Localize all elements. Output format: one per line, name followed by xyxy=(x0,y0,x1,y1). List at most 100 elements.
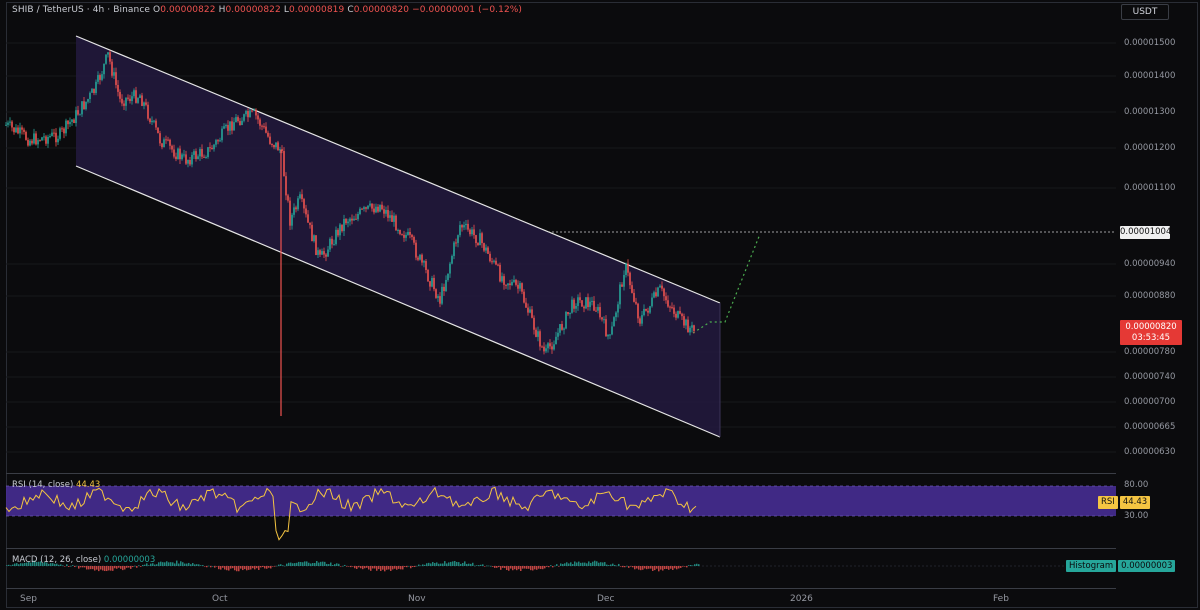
macd-bar xyxy=(560,563,562,566)
candle-body xyxy=(325,254,327,257)
macd-bar xyxy=(174,563,176,566)
current-price-badge: 0.00000820 03:53:45 xyxy=(1120,320,1182,345)
macd-bar xyxy=(592,561,594,566)
macd-bar xyxy=(458,562,460,566)
candle-body xyxy=(287,195,289,201)
macd-bar xyxy=(372,566,374,569)
candle-body xyxy=(521,283,523,292)
macd-bar xyxy=(122,566,124,571)
candle-body xyxy=(627,263,629,273)
candle-body xyxy=(9,121,11,123)
candle-body xyxy=(669,306,671,308)
candle-body xyxy=(147,104,149,119)
rsi-legend[interactable]: RSI (14, close) 44.43 xyxy=(12,480,100,490)
candle-body xyxy=(661,285,663,289)
candle-body xyxy=(321,251,323,255)
candle-body xyxy=(335,229,337,245)
macd-bar xyxy=(400,566,402,570)
candle-body xyxy=(123,103,125,106)
macd-bar xyxy=(474,565,476,567)
change-value: −0.00000001 (−0.12%) xyxy=(412,5,523,15)
macd-bar xyxy=(246,566,248,571)
candle-body xyxy=(291,214,293,226)
macd-bar xyxy=(196,564,198,566)
macd-bar xyxy=(578,561,580,566)
candle-body xyxy=(533,317,535,330)
candle-body xyxy=(277,142,279,151)
macd-bar xyxy=(338,563,340,566)
candle-body xyxy=(181,154,183,160)
candle-body xyxy=(125,97,127,106)
candle-body xyxy=(301,194,303,200)
candle-body xyxy=(293,207,295,215)
macd-bar xyxy=(412,566,414,567)
macd-bar xyxy=(602,562,604,566)
candle-body xyxy=(395,215,397,231)
macd-bar xyxy=(596,561,598,566)
candle-body xyxy=(67,120,69,125)
symbol-legend[interactable]: SHIB / TetherUS · 4h · Binance O0.000008… xyxy=(12,5,522,15)
candle-body xyxy=(95,81,97,94)
macd-bar xyxy=(232,566,234,569)
candle-body xyxy=(131,96,133,102)
macd-bar xyxy=(654,566,656,571)
candle-body xyxy=(225,125,227,127)
candle-body xyxy=(581,300,583,307)
macd-legend[interactable]: MACD (12, 26, close) 0.00000003 xyxy=(12,555,155,565)
candle-body xyxy=(35,133,37,145)
candle-body xyxy=(353,218,355,221)
candle-body xyxy=(121,98,123,104)
candle-body xyxy=(315,235,317,255)
trading-chart-app: SHIB / TetherUS · 4h · Binance O0.000008… xyxy=(0,0,1200,610)
candle-body xyxy=(159,133,161,144)
candle-body xyxy=(365,207,367,209)
candle-body xyxy=(165,139,167,141)
candle-body xyxy=(561,324,563,330)
macd-bar xyxy=(300,562,302,566)
candle-body xyxy=(455,242,457,244)
macd-bar xyxy=(220,566,222,570)
chart-canvas[interactable] xyxy=(0,0,1200,610)
candle-body xyxy=(393,215,395,222)
candle-body xyxy=(591,300,593,302)
macd-bar xyxy=(428,562,430,566)
macd-bar xyxy=(76,565,78,567)
macd-bar xyxy=(572,564,574,566)
candle-body xyxy=(115,72,117,85)
macd-bar xyxy=(352,566,354,567)
macd-bar xyxy=(692,565,694,567)
macd-bar xyxy=(398,566,400,569)
candle-body xyxy=(541,346,543,348)
candle-body xyxy=(475,235,477,244)
macd-bar xyxy=(434,562,436,566)
candle-body xyxy=(69,121,71,125)
macd-bar xyxy=(130,566,132,569)
macd-bar xyxy=(68,566,70,567)
macd-bar xyxy=(438,563,440,566)
currency-button[interactable]: USDT xyxy=(1121,4,1169,20)
macd-bar xyxy=(330,562,332,566)
candle-body xyxy=(383,209,385,214)
macd-bar xyxy=(624,566,626,568)
macd-bar xyxy=(284,565,286,567)
macd-bar xyxy=(616,565,618,567)
macd-bar xyxy=(308,562,310,566)
macd-bar xyxy=(344,564,346,566)
macd-bar xyxy=(420,565,422,567)
candle-body xyxy=(617,304,619,313)
candle-body xyxy=(311,224,313,242)
macd-bar xyxy=(686,566,688,568)
candle-body xyxy=(23,129,25,132)
candle-body xyxy=(43,136,45,138)
macd-bar xyxy=(484,566,486,567)
macd-bar xyxy=(112,566,114,571)
macd-bar xyxy=(204,566,206,567)
pane-separator[interactable] xyxy=(6,473,1116,474)
macd-bar xyxy=(468,563,470,566)
pane-separator[interactable] xyxy=(6,548,1116,549)
candle-body xyxy=(573,299,575,309)
candle-body xyxy=(363,207,365,210)
candle-body xyxy=(389,215,391,218)
macd-bar xyxy=(116,566,118,569)
macd-bar xyxy=(110,566,112,571)
